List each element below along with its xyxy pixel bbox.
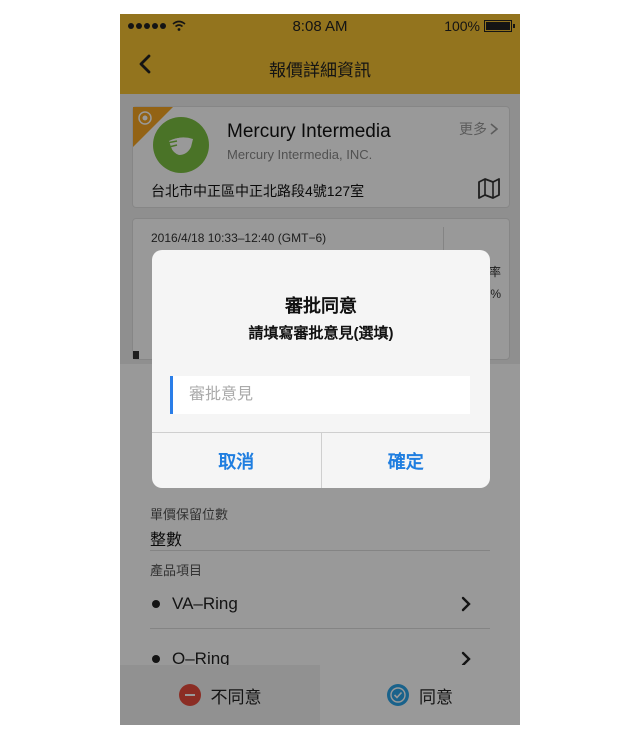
dialog-title: 審批同意 bbox=[285, 296, 357, 316]
dialog-buttons: 取消 確定 bbox=[152, 432, 490, 488]
dialog-subtitle: 請填寫審批意見(選填) bbox=[248, 325, 394, 342]
approval-comment-input[interactable] bbox=[170, 376, 470, 414]
phone-screen: 8:08 AM 100% 報價詳細資訊 Mercury Intermedia M… bbox=[120, 14, 520, 725]
cancel-button[interactable]: 取消 bbox=[152, 433, 321, 488]
approval-dialog: 審批同意 請填寫審批意見(選填) 取消 確定 bbox=[152, 250, 490, 488]
confirm-button[interactable]: 確定 bbox=[320, 433, 491, 488]
